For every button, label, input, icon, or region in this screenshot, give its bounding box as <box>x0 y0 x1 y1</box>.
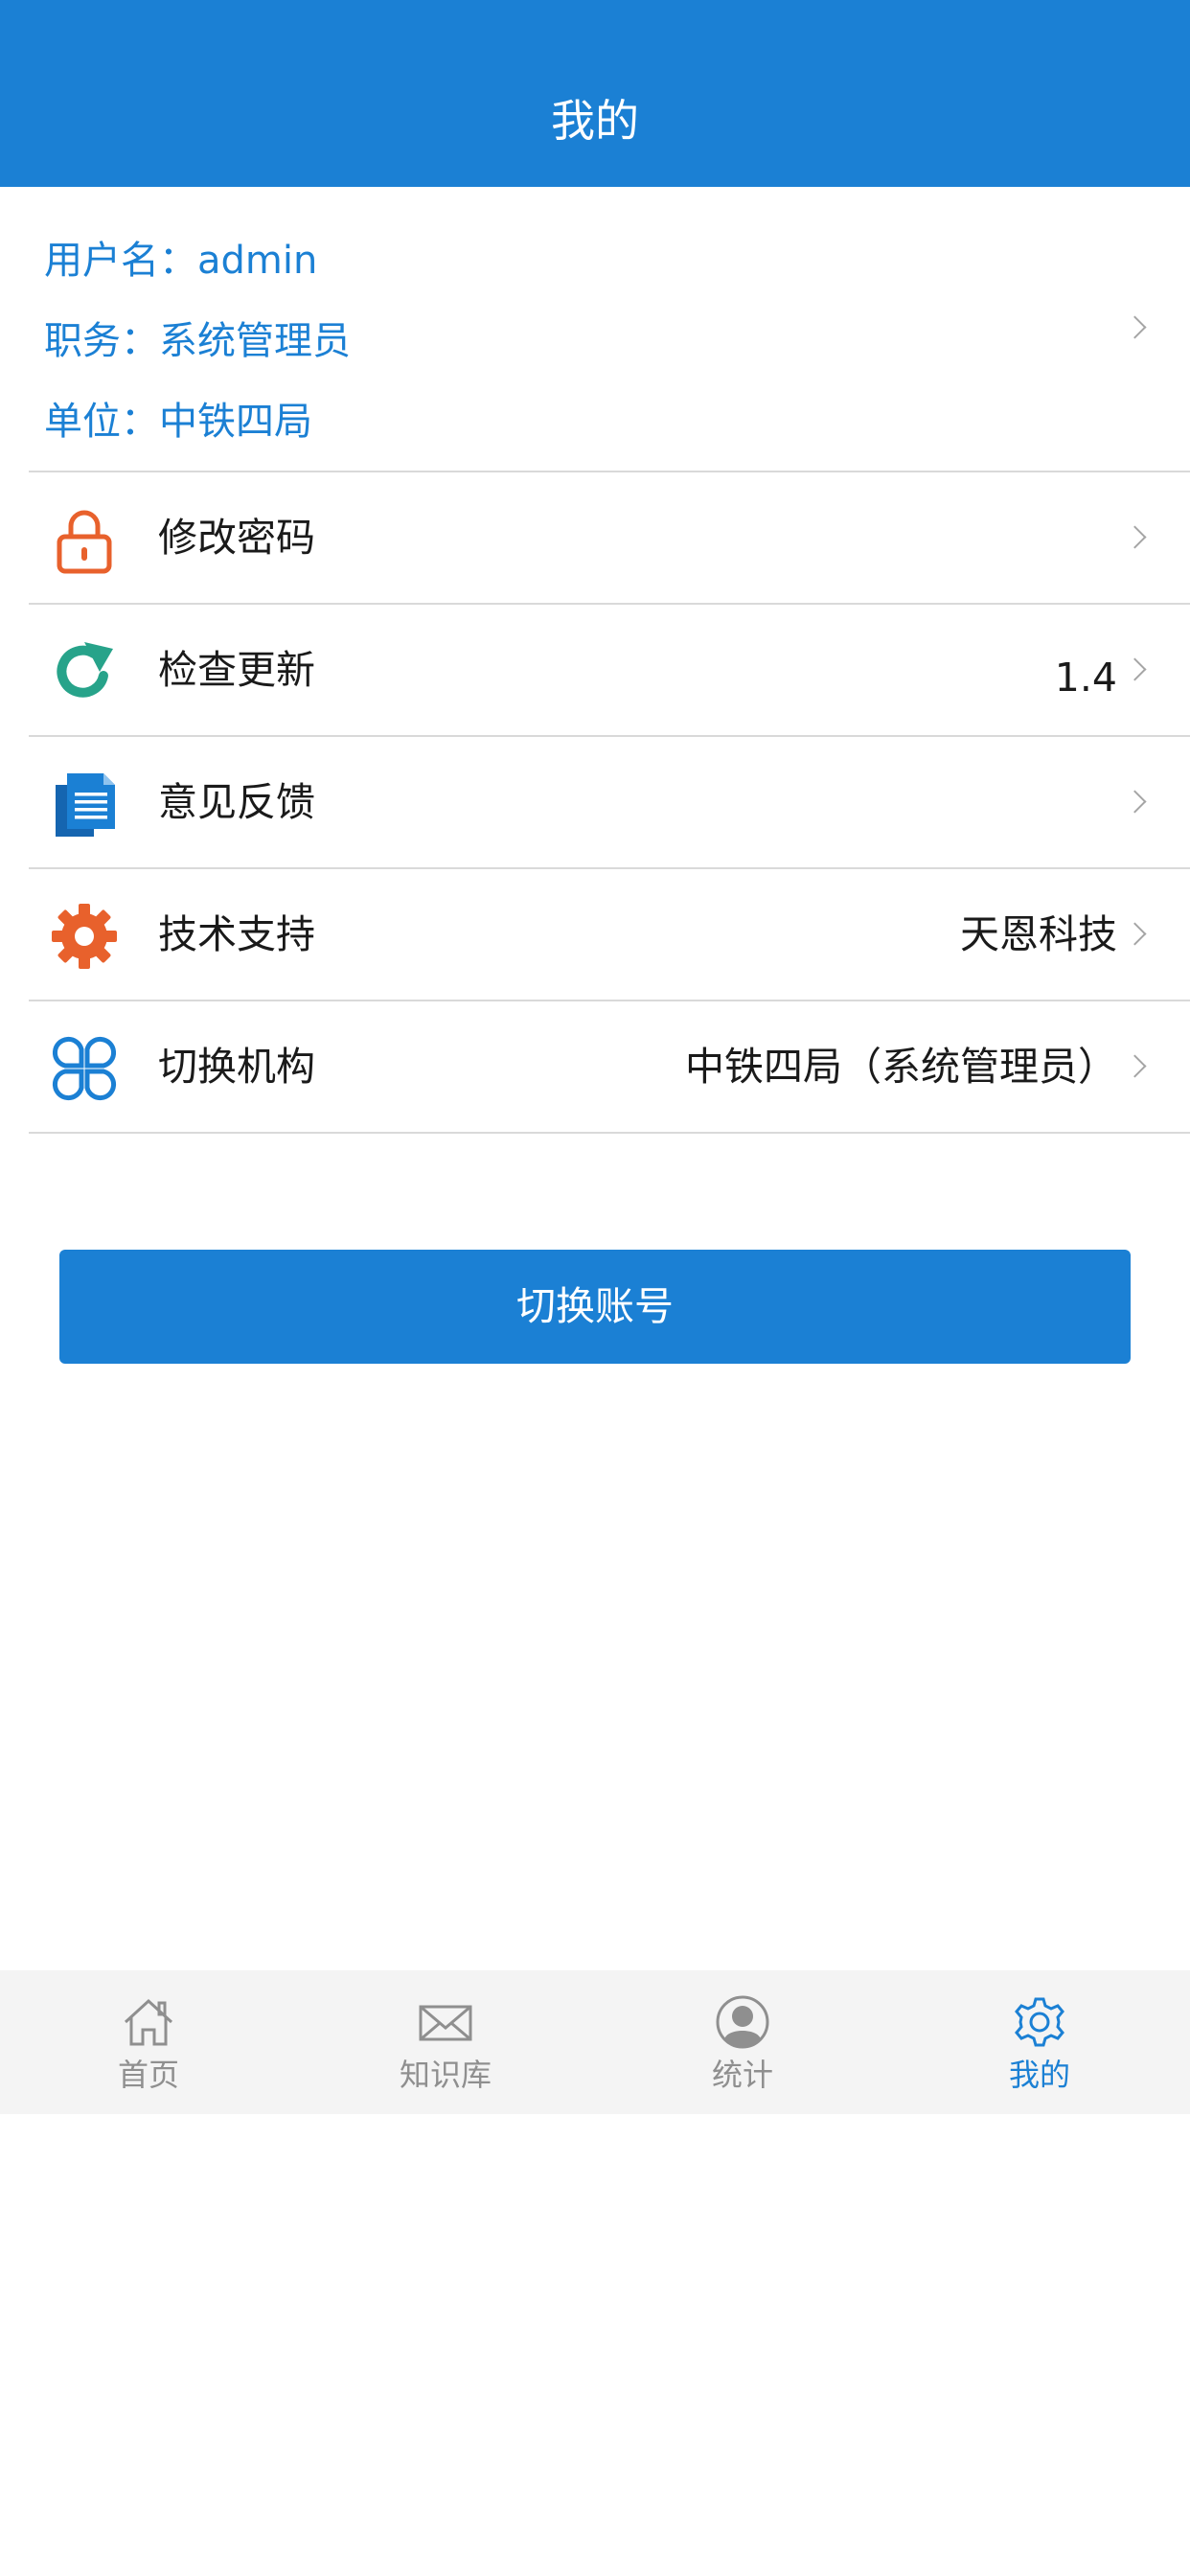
profile-chevron-right-icon <box>1123 315 1147 339</box>
chevron-right-icon <box>1123 657 1147 681</box>
menu-item-value: 天恩科技 <box>960 911 1117 957</box>
menu-item-label: 意见反馈 <box>158 779 315 825</box>
tab-home[interactable]: 首页 <box>0 1970 297 2114</box>
menu-item-label: 检查更新 <box>158 647 315 693</box>
divider <box>29 1132 1190 1134</box>
switch-account-button[interactable]: 切换账号 <box>59 1250 1131 1364</box>
lock-icon <box>57 510 112 574</box>
refresh-icon <box>57 642 113 698</box>
chevron-right-icon <box>1123 790 1147 814</box>
chevron-right-icon <box>1123 525 1147 549</box>
chevron-right-icon <box>1123 922 1147 946</box>
chevron-right-icon <box>1123 1054 1147 1078</box>
profile-section[interactable]: 用户名：admin 职务：系统管理员 单位：中铁四局 <box>0 187 1190 472</box>
menu-item-change-password[interactable]: 修改密码 <box>0 472 1190 603</box>
tab-mine[interactable]: 我的 <box>891 1970 1188 2114</box>
header-bar: 我的 <box>0 0 1190 187</box>
tab-bar: 首页 知识库 统计 我的 <box>0 1970 1190 2114</box>
tab-statistics[interactable]: 统计 <box>594 1970 891 2114</box>
menu-item-label: 技术支持 <box>158 911 315 957</box>
version-value: 1.4 <box>1054 655 1117 701</box>
tab-label: 统计 <box>711 2057 773 2093</box>
menu-item-check-update[interactable]: 检查更新 1.4 <box>0 605 1190 735</box>
tab-label: 我的 <box>1008 2057 1070 2093</box>
gear-icon <box>52 904 117 969</box>
profile-position: 职务：系统管理员 <box>44 319 351 363</box>
menu-item-label: 修改密码 <box>158 515 315 561</box>
gear-icon <box>1015 1997 1064 2047</box>
page-title: 我的 <box>551 95 639 147</box>
mail-icon <box>419 2005 472 2041</box>
profile-username: 用户名：admin <box>44 239 318 283</box>
menu-item-label: 切换机构 <box>158 1044 315 1090</box>
tab-label: 首页 <box>117 2057 179 2093</box>
tab-label: 知识库 <box>399 2057 492 2093</box>
user-icon <box>716 1995 769 2049</box>
tab-knowledge-base[interactable]: 知识库 <box>297 1970 594 2114</box>
menu-item-feedback[interactable]: 意见反馈 <box>0 737 1190 867</box>
grid-icon <box>52 1036 117 1101</box>
document-icon <box>56 773 115 837</box>
menu-item-value: 中铁四局（系统管理员） <box>685 1044 1117 1090</box>
profile-unit: 单位：中铁四局 <box>44 400 312 444</box>
menu-item-switch-org[interactable]: 切换机构 中铁四局（系统管理员） <box>0 1001 1190 1132</box>
menu-item-tech-support[interactable]: 技术支持 天恩科技 <box>0 869 1190 1000</box>
home-icon <box>124 1998 173 2046</box>
